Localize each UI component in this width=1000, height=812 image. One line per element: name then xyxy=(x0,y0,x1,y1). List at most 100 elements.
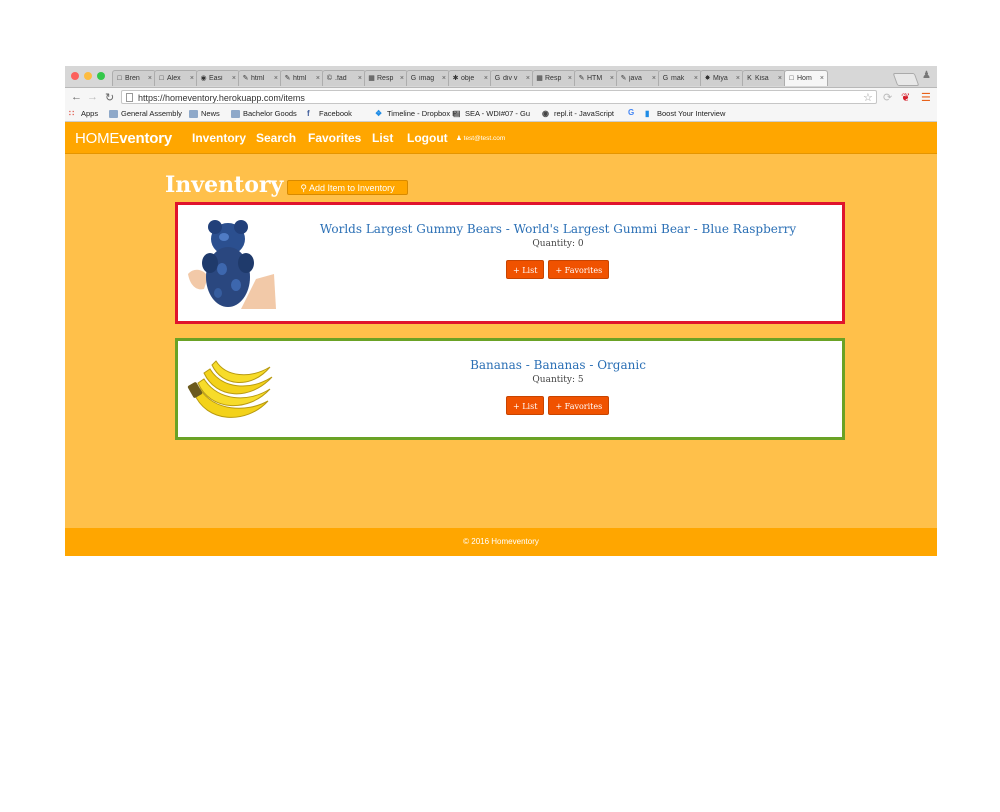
bookmark-item[interactable]: Bachelor Goods xyxy=(231,109,297,118)
reload-icon[interactable]: ↻ xyxy=(105,91,114,104)
bookmark-label: Facebook xyxy=(319,109,352,118)
tab-label: Resp xyxy=(545,75,562,82)
browser-tab[interactable]: Gmak × xyxy=(658,70,702,86)
close-tab-icon[interactable]: × xyxy=(484,75,488,82)
browser-tab[interactable]: □ Bren × xyxy=(112,70,156,86)
shield-icon: ◉ xyxy=(200,74,207,82)
tab-label: div v xyxy=(503,75,518,82)
nav-logout[interactable]: Logout xyxy=(407,131,448,145)
browser-toolbar: ← → ↻ https://homeventory.herokuapp.com/… xyxy=(65,88,937,107)
tab-label: obje xyxy=(461,75,475,82)
browser-tab[interactable]: ✎ java × xyxy=(616,70,660,86)
tab-label: java xyxy=(629,75,642,82)
browser-tab[interactable]: Gimag × xyxy=(406,70,450,86)
bookmark-label: Timeline - Dropbox P xyxy=(387,109,458,118)
browser-window: □ Bren × □ Alex × ◉ Easi × ✎ html × ✎ html × © .fad × ▦ Res… xyxy=(65,66,937,556)
search-icon: ⚲ xyxy=(300,183,308,193)
nav-favorites[interactable]: Favorites xyxy=(308,131,361,145)
page-icon: □ xyxy=(159,74,164,82)
bookmark-item[interactable]: f Facebook xyxy=(307,109,352,118)
lastpass-icon[interactable]: ❦ xyxy=(901,91,910,104)
menu-icon[interactable]: ☰ xyxy=(921,91,931,104)
browser-tab[interactable]: ▦ Resp × xyxy=(364,70,408,86)
add-to-favorites-button[interactable]: + Favorites xyxy=(548,260,610,279)
tab-label: Easi xyxy=(209,75,223,82)
close-tab-icon[interactable]: × xyxy=(568,75,572,82)
browser-tab[interactable]: © .fad × xyxy=(322,70,366,86)
browser-tab[interactable]: Gdiv v × xyxy=(490,70,534,86)
nav-list[interactable]: List xyxy=(372,131,393,145)
close-tab-icon[interactable]: × xyxy=(610,75,614,82)
inventory-item-card: Bananas - Bananas - Organic Quantity: 5 … xyxy=(175,338,845,440)
close-tab-icon[interactable]: × xyxy=(232,75,236,82)
browser-tab[interactable]: K Kisa × xyxy=(742,70,786,86)
tab-label: mak xyxy=(671,75,685,82)
address-bar[interactable]: https://homeventory.herokuapp.com/items xyxy=(121,90,877,104)
brand-logo[interactable]: HOMEventory xyxy=(75,130,172,147)
close-tab-icon[interactable]: × xyxy=(316,75,320,82)
bookmark-item[interactable]: General Assembly xyxy=(109,109,182,118)
browser-tab[interactable]: □ Hom × xyxy=(784,70,828,86)
close-tab-icon[interactable]: × xyxy=(190,75,194,82)
yelp-icon: ✸ xyxy=(704,74,711,82)
bookmark-item[interactable]: G xyxy=(628,109,640,117)
user-account[interactable]: ♟ test@test.com xyxy=(456,134,505,142)
add-to-list-button[interactable]: + List xyxy=(506,260,545,279)
item-title[interactable]: Worlds Largest Gummy Bears - World's Lar… xyxy=(278,222,838,236)
bookmark-item[interactable]: ❖ Timeline - Dropbox P xyxy=(375,109,457,118)
browser-tab[interactable]: ✎ html × xyxy=(238,70,282,86)
tab-strip: □ Bren × □ Alex × ◉ Easi × ✎ html × ✎ html × © .fad × ▦ Res… xyxy=(65,66,937,88)
folder-icon xyxy=(189,109,198,118)
close-tab-icon[interactable]: × xyxy=(400,75,404,82)
browser-tab[interactable]: ◉ Easi × xyxy=(196,70,240,86)
add-to-favorites-button[interactable]: + Favorites xyxy=(548,396,610,415)
close-tab-icon[interactable]: × xyxy=(526,75,530,82)
add-to-list-button[interactable]: + List xyxy=(506,396,545,415)
close-window-button[interactable] xyxy=(71,72,79,80)
add-item-label: Add Item to Inventory xyxy=(309,183,395,193)
close-tab-icon[interactable]: × xyxy=(148,75,152,82)
forward-arrow-icon[interactable]: → xyxy=(87,91,98,103)
close-tab-icon[interactable]: × xyxy=(820,75,824,82)
close-tab-icon[interactable]: × xyxy=(736,75,740,82)
new-tab-button[interactable] xyxy=(892,73,920,86)
google-icon: G xyxy=(628,108,635,117)
bookmark-item[interactable]: ▤ SEA - WDI#07 - Gu xyxy=(453,109,530,118)
page-icon xyxy=(126,93,133,102)
add-item-button[interactable]: ⚲ Add Item to Inventory xyxy=(287,180,408,195)
close-tab-icon[interactable]: × xyxy=(652,75,656,82)
tab-label: html xyxy=(293,75,307,82)
bookmark-item[interactable]: ∷ Apps xyxy=(69,109,98,118)
tab-label: html xyxy=(251,75,265,82)
google-icon: G xyxy=(494,74,501,82)
item-title[interactable]: Bananas - Bananas - Organic xyxy=(278,358,838,372)
close-tab-icon[interactable]: × xyxy=(778,75,782,82)
grid-icon: ▦ xyxy=(536,74,543,82)
bookmark-item[interactable]: ◉ repl.it - JavaScript xyxy=(542,109,614,118)
browser-tab[interactable]: ✎ html × xyxy=(280,70,324,86)
close-tab-icon[interactable]: × xyxy=(274,75,278,82)
folder-icon xyxy=(109,109,118,118)
profile-icon[interactable]: ♟ xyxy=(922,70,931,81)
page-icon: □ xyxy=(789,74,794,82)
nav-search[interactable]: Search xyxy=(256,131,296,145)
page-title: Inventory xyxy=(165,172,284,198)
browser-tab[interactable]: □ Alex × xyxy=(154,70,198,86)
browser-tab[interactable]: ▦ Resp × xyxy=(532,70,576,86)
zoom-window-button[interactable] xyxy=(97,72,105,80)
extension-icon[interactable]: ⟳ xyxy=(883,91,892,104)
bookmark-item[interactable]: News xyxy=(189,109,220,118)
browser-tab[interactable]: ✸ Miya × xyxy=(700,70,744,86)
bookmark-item[interactable]: ▮ Boost Your Interview xyxy=(645,109,725,118)
bookmark-star-icon[interactable]: ☆ xyxy=(863,91,873,104)
nav-inventory[interactable]: Inventory xyxy=(192,131,246,145)
close-tab-icon[interactable]: × xyxy=(358,75,362,82)
bookmarks-bar: ∷ Apps General Assembly News Bachelor Goods f… xyxy=(65,107,937,122)
close-tab-icon[interactable]: × xyxy=(694,75,698,82)
browser-tab[interactable]: ✎ HTM × xyxy=(574,70,618,86)
close-tab-icon[interactable]: × xyxy=(442,75,446,82)
minimize-window-button[interactable] xyxy=(84,72,92,80)
tab-label: Bren xyxy=(125,75,140,82)
browser-tab[interactable]: ✱ obje × xyxy=(448,70,492,86)
back-arrow-icon[interactable]: ← xyxy=(71,91,82,103)
